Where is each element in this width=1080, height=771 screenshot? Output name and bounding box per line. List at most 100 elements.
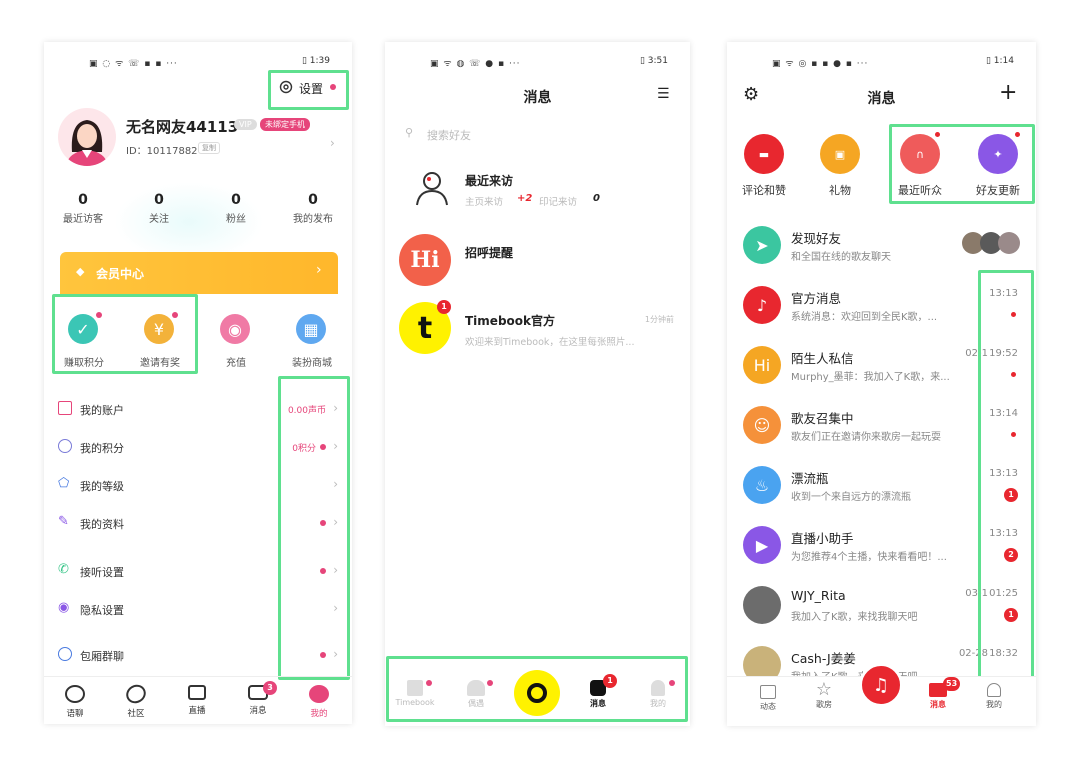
- chat-friends-gathering[interactable]: ☺ 歌友召集中 歌友们正在邀请你来歌房一起玩耍 13:14: [727, 398, 1036, 458]
- status-time: ▯ 1:14: [985, 56, 1014, 66]
- chevron-right-icon: ›: [333, 563, 338, 577]
- stat-fans-label: 粉丝: [226, 214, 246, 225]
- copy-id-button[interactable]: 复制: [198, 142, 220, 154]
- tab-messages[interactable]: 消息 3: [233, 681, 283, 716]
- status-bar: ▣ ᯤ ◎ ▪ ▪ ● ▪ ··· ▯ 1:14: [727, 56, 1036, 70]
- tab-community[interactable]: 社区: [111, 681, 161, 719]
- hi-avatar: Hi: [399, 234, 451, 286]
- gift-icon: ▣: [820, 134, 860, 174]
- discover-friends-item[interactable]: ➤ 发现好友 和全国在线的歌友聊天: [727, 218, 1036, 278]
- tab-timebook[interactable]: Timebook: [390, 680, 440, 707]
- tab-label: 歌房: [816, 700, 832, 709]
- action-earn-points[interactable]: ✓ 赚取积分: [52, 310, 116, 370]
- messages-badge: 1: [603, 674, 617, 688]
- action-recharge[interactable]: ◉ 充值: [204, 310, 268, 370]
- action-invite-reward[interactable]: ¥ 邀请有奖: [128, 310, 192, 370]
- recent-visitors-item[interactable]: 最近来访 主页来访 +2 印记来访 0: [385, 162, 690, 218]
- avatar[interactable]: [58, 108, 116, 166]
- chat-wjy-rita[interactable]: WJY_Rita 我加入了K歌，来找我聊天吧 03-1 01:25 1: [727, 578, 1036, 638]
- notification-dot: [426, 680, 432, 686]
- tab-label: 消息: [590, 699, 606, 708]
- tab-song-room[interactable]: ☆ 歌房: [799, 681, 849, 710]
- tab-feed[interactable]: 动态: [743, 685, 793, 712]
- tab-label: 动态: [760, 702, 776, 711]
- menu-room-group-chat[interactable]: 包厢群聊 ›: [44, 644, 352, 668]
- tab-label: 消息: [249, 706, 267, 716]
- menu-label: 我的资料: [80, 518, 124, 531]
- tab-label: 我的: [650, 699, 666, 708]
- quick-friend-updates[interactable]: ✦ 好友更新: [961, 132, 1035, 198]
- tab-label: 直播: [188, 706, 206, 716]
- notification-dot: [935, 132, 940, 137]
- quick-recent-listeners[interactable]: ∩ 最近听众: [883, 132, 957, 198]
- official-preview: 欢迎来到Timebook，在这里每张照片...: [465, 337, 635, 348]
- tab-voice-chat[interactable]: 语聊: [50, 685, 100, 719]
- checkmark-icon: ✓: [68, 314, 98, 344]
- tab-mine[interactable]: 我的: [294, 685, 344, 719]
- tab-live[interactable]: 直播: [172, 685, 222, 716]
- status-time: ▯ 3:51: [639, 56, 668, 66]
- stat-posts-value[interactable]: 0: [283, 192, 343, 208]
- phone-ksong-messages: ▣ ᯤ ◎ ▪ ▪ ● ▪ ··· ▯ 1:14 ⚙ 消息 + ▬ 评论和赞 ▣…: [727, 42, 1036, 726]
- chat-drift-bottle[interactable]: ♨ 漂流瓶 收到一个来自远方的漂流瓶 13:13 1: [727, 458, 1036, 518]
- menu-label: 我的积分: [80, 442, 124, 455]
- menu-my-points[interactable]: 我的积分 0积分 ›: [44, 436, 352, 460]
- group-chat-icon: [58, 647, 72, 661]
- quick-comments-likes[interactable]: ▬ 评论和赞: [727, 134, 801, 198]
- user-plus-icon: ✦: [978, 134, 1018, 174]
- camera-button[interactable]: [514, 670, 560, 716]
- quick-label: 好友更新: [976, 184, 1020, 197]
- unread-badge: 1: [437, 300, 451, 314]
- vip-center-banner[interactable]: ◆ 会员中心 ›: [60, 252, 338, 294]
- stat-following-label: 关注: [149, 214, 169, 225]
- chat-name: WJY_Rita: [791, 588, 846, 603]
- gathering-avatar: ☺: [743, 406, 781, 444]
- menu-label: 隐私设置: [80, 604, 124, 617]
- camera-icon: [527, 683, 547, 703]
- menu-privacy-settings[interactable]: ◉ 隐私设置 ›: [44, 598, 352, 622]
- wallet-icon: [58, 401, 72, 415]
- menu-my-account[interactable]: 我的账户 0.00声币 ›: [44, 398, 352, 422]
- search-field[interactable]: ⚲ 搜索好友: [401, 124, 671, 144]
- tab-messages[interactable]: 消息 1: [573, 674, 623, 709]
- bottle-avatar: ♨: [743, 466, 781, 504]
- menu-label: 我的等级: [80, 480, 124, 493]
- timebook-official-item[interactable]: t 1 Timebook官方 1分钟前 欢迎来到Timebook，在这里每张照片…: [385, 300, 690, 360]
- visitors-title: 最近来访: [465, 174, 514, 188]
- greeting-reminder-item[interactable]: Hi 招呼提醒: [385, 232, 690, 292]
- comment-icon: ▬: [744, 134, 784, 174]
- chat-stranger-messages[interactable]: Hi 陌生人私信 Murphy_墨菲：我加入了K歌，来... 02-1 19:5…: [727, 338, 1036, 398]
- chat-preview: 系统消息：欢迎回到全民K歌，...: [791, 312, 938, 323]
- menu-value: 0.00声币: [287, 406, 326, 416]
- tab-mine[interactable]: 我的: [633, 680, 683, 709]
- stat-following-value[interactable]: 0: [129, 192, 189, 208]
- notification-dot: [320, 520, 326, 526]
- chat-live-assistant[interactable]: ▶ 直播小助手 为您推荐4个主播，快来看看吧！... 13:13 2: [727, 518, 1036, 578]
- notification-dot: [320, 444, 326, 450]
- chat-official-messages[interactable]: ♪ 官方消息 系统消息：欢迎回到全民K歌，... 13:13: [727, 278, 1036, 338]
- bottom-tab-bar: 语聊 社区 直播 消息 3 我的: [44, 676, 352, 724]
- user-id: ID：10117882: [126, 146, 198, 157]
- tab-encounter[interactable]: 偶遇: [451, 680, 501, 709]
- settings-button[interactable]: 设置: [279, 78, 343, 98]
- action-dress-shop[interactable]: ▦ 装扮商城: [280, 310, 344, 370]
- menu-my-profile[interactable]: ✎ 我的资料 ›: [44, 512, 352, 536]
- tab-mine[interactable]: 我的: [969, 683, 1019, 710]
- quick-gifts[interactable]: ▣ 礼物: [803, 134, 877, 198]
- tab-messages[interactable]: 消息 53: [913, 677, 963, 710]
- menu-label: 包厢群聊: [80, 650, 124, 663]
- sing-button[interactable]: ♫: [859, 663, 903, 707]
- points-icon: [58, 439, 72, 453]
- contacts-icon[interactable]: ☰: [657, 86, 670, 102]
- stat-fans-value[interactable]: 0: [206, 192, 266, 208]
- stat-visitors-value[interactable]: 0: [53, 192, 113, 208]
- notification-dot: [1015, 132, 1020, 137]
- menu-answer-settings[interactable]: ✆ 接听设置 ›: [44, 560, 352, 584]
- menu-my-level[interactable]: ⬠ 我的等级 ›: [44, 474, 352, 498]
- gift-envelope-icon: ¥: [144, 314, 174, 344]
- bind-phone-badge[interactable]: 未绑定手机: [260, 118, 310, 131]
- chevron-right-icon[interactable]: ›: [330, 136, 335, 150]
- stat-posts-label: 我的发布: [293, 214, 333, 225]
- unread-badge: 1: [1004, 608, 1018, 622]
- plus-icon[interactable]: +: [999, 80, 1017, 105]
